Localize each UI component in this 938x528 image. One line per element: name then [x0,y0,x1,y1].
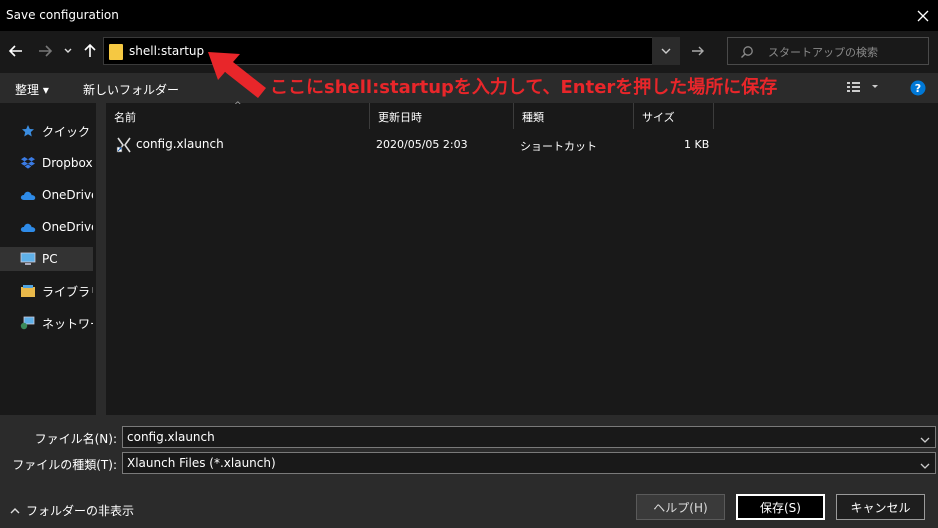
column-header-label: 更新日時 [378,111,422,124]
sidebar-item-dropbox[interactable]: Dropbox [0,151,93,175]
window-title: Save configuration [6,8,119,22]
recent-locations-button[interactable] [61,42,75,60]
back-button[interactable] [7,42,25,60]
title-bar: Save configuration [0,0,938,31]
filename-field[interactable]: config.xlaunch [122,426,936,448]
column-header-type[interactable]: 種類 [514,103,634,129]
file-size: 1 KB [684,138,710,151]
sidebar-item-onedrive-1[interactable]: OneDrive [0,183,93,207]
up-button[interactable] [81,42,99,60]
chevron-down-icon [661,48,671,54]
sort-ascending-icon: ^ [234,101,242,111]
library-icon [20,284,36,298]
sidebar-item-label: OneDrive [42,188,93,202]
view-list-icon [847,82,878,92]
column-header-label: 名前 [114,111,136,124]
new-folder-button[interactable]: 新しいフォルダー [83,81,179,98]
file-name: config.xlaunch [136,137,224,151]
address-text[interactable]: shell:startup [129,44,204,58]
column-header-label: 種類 [522,111,544,124]
column-header-modified[interactable]: 更新日時 [370,103,514,129]
file-type: ショートカット [520,140,597,153]
save-dialog: Save configuration shell:startup スタートアップ… [0,0,938,528]
filename-value[interactable]: config.xlaunch [127,430,215,444]
sidebar-item-label: PC [42,252,58,266]
filename-label: ファイル名(N): [34,432,117,446]
annotation-arrow-icon [208,52,266,98]
shortcut-file-icon [116,137,132,157]
annotation-text: ここにshell:startupを入力して、Enterを押した場所に保存 [270,77,778,98]
search-icon [740,44,754,63]
chevron-down-icon[interactable] [919,457,931,476]
file-modified: 2020/05/05 2:03 [376,138,468,151]
filetype-select[interactable]: Xlaunch Files (*.xlaunch) [122,452,936,474]
cloud-icon [20,188,36,202]
hide-folders-toggle[interactable]: フォルダーの非表示 [9,502,134,519]
sidebar-item-label: OneDrive [42,220,93,234]
sidebar-item-library[interactable]: ライブラリ [0,279,93,303]
navigation-scrollbar[interactable] [96,103,106,415]
forward-arrow-icon [39,45,53,57]
dropbox-icon [20,156,36,170]
hide-folders-label: フォルダーの非表示 [26,504,135,518]
svg-text:?: ? [915,82,921,95]
sidebar-item-onedrive-2[interactable]: OneDrive [0,215,93,239]
search-box[interactable]: スタートアップの検索 [727,37,929,65]
pc-icon [20,252,36,266]
table-row[interactable]: config.xlaunch 2020/05/05 2:03 ショートカット 1… [106,133,726,157]
chevron-down-icon [64,48,72,53]
filetype-value: Xlaunch Files (*.xlaunch) [127,456,276,470]
star-icon [20,124,36,138]
sidebar-item-label: ネットワーク [42,316,93,331]
go-button[interactable] [682,37,714,65]
filetype-label: ファイルの種類(T): [12,458,117,472]
view-options-button[interactable] [846,80,878,97]
chevron-down-icon[interactable] [919,431,931,450]
close-icon [917,10,929,21]
cancel-button[interactable]: キャンセル [836,494,925,520]
organize-menu[interactable]: 整理 ▾ [15,81,49,98]
search-placeholder: スタートアップの検索 [768,46,878,59]
sidebar-item-network[interactable]: ネットワーク [0,311,93,335]
column-header-label: サイズ [642,111,675,124]
address-dropdown-button[interactable] [652,37,680,65]
sidebar-item-pc[interactable]: PC [0,247,93,271]
sidebar-item-label: ライブラリ [42,284,93,299]
sidebar-item-label: Dropbox [42,156,93,170]
help-button[interactable]: ヘルプ(H) [636,494,725,520]
column-header-name[interactable]: ^ 名前 [106,101,370,129]
chevron-up-icon [10,507,20,513]
help-button-toolbar[interactable]: ? [910,80,926,99]
save-form: ファイル名(N): config.xlaunch ファイルの種類(T): Xla… [0,415,938,528]
sidebar-item-quick-access[interactable]: クイック アクセス [0,119,93,143]
back-arrow-icon [8,45,22,57]
help-icon: ? [910,80,926,96]
column-header-size[interactable]: サイズ [634,103,714,129]
save-button[interactable]: 保存(S) [736,494,825,520]
cloud-icon [20,220,36,234]
file-list: ^ 名前 更新日時 種類 サイズ config.xlaunch 2020/05/… [106,101,938,415]
sidebar-item-label: クイック アクセス [42,124,93,139]
up-arrow-icon [84,43,96,57]
forward-button[interactable] [36,42,54,60]
close-button[interactable] [908,0,938,31]
navigation-pane: クイック アクセス Dropbox OneDrive OneDrive PC ラ… [0,103,96,415]
folder-icon [109,44,123,60]
network-icon [20,316,36,330]
address-bar[interactable]: shell:startup [103,37,680,65]
arrow-right-icon [692,46,704,56]
